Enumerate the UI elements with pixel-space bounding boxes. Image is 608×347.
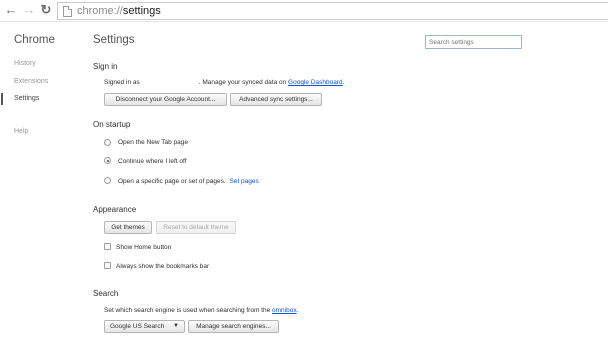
startup-specific-pages-text: Open a specific page or set of pages. Se… <box>118 178 259 185</box>
search-period: . <box>296 307 299 314</box>
address-bar[interactable]: chrome://settings <box>57 2 608 20</box>
dropdown-arrow-icon: ▼ <box>173 323 179 329</box>
startup-continue-radio[interactable] <box>104 157 111 164</box>
startup-new-tab-label[interactable]: Open the New Tab page <box>118 139 188 146</box>
show-bookmarks-bar-checkbox[interactable] <box>104 262 111 269</box>
address-bar-url: chrome://settings <box>77 5 161 17</box>
page-title: Settings <box>93 34 135 46</box>
show-home-button-label[interactable]: Show Home button <box>116 244 171 251</box>
signed-in-prefix: Signed in as <box>104 79 140 86</box>
search-description: Set which search engine is used when sea… <box>104 307 298 314</box>
search-engine-select[interactable]: Google US Search ▼ <box>104 320 185 333</box>
startup-specific-pages-label[interactable]: Open a specific page or set of pages. <box>118 178 226 185</box>
sidebar-item-settings[interactable]: Settings <box>14 95 39 102</box>
manage-search-engines-button[interactable]: Manage search engines... <box>188 320 279 333</box>
sidebar-active-marker <box>1 93 3 105</box>
forward-arrow-icon[interactable]: → <box>22 3 36 17</box>
startup-specific-pages-radio[interactable] <box>104 177 111 184</box>
reload-icon[interactable]: ↻ <box>39 3 53 17</box>
back-arrow-icon[interactable]: ← <box>4 3 18 17</box>
sidebar-item-help[interactable]: Help <box>14 128 28 135</box>
search-description-text: Set which search engine is used when sea… <box>104 307 271 314</box>
search-heading: Search <box>93 289 119 298</box>
signed-in-suffix: . Manage your synced data on <box>198 79 287 86</box>
google-dashboard-link[interactable]: Google Dashboard <box>288 79 343 86</box>
startup-new-tab-radio[interactable] <box>104 139 111 146</box>
sign-in-period: . <box>342 79 345 86</box>
show-bookmarks-bar-label[interactable]: Always show the bookmarks bar <box>116 263 209 270</box>
search-engine-selected: Google US Search <box>110 323 165 330</box>
sidebar-title: Chrome <box>14 34 55 46</box>
sidebar-item-extensions[interactable]: Extensions <box>14 78 48 85</box>
signed-in-text: Signed in as . Manage your synced data on… <box>104 79 344 86</box>
sign-in-heading: Sign in <box>93 62 118 71</box>
page-icon <box>63 6 72 17</box>
on-startup-heading: On startup <box>93 120 131 129</box>
disconnect-account-button[interactable]: Disconnect your Google Account... <box>104 93 227 106</box>
omnibox-link[interactable]: omnibox <box>272 307 297 314</box>
reset-default-theme-button[interactable]: Reset to default theme <box>156 221 236 234</box>
appearance-heading: Appearance <box>93 205 137 214</box>
browser-toolbar: ← → ↻ chrome://settings <box>0 0 608 22</box>
get-themes-button[interactable]: Get themes <box>104 221 152 234</box>
set-pages-link[interactable]: Set pages <box>230 178 259 185</box>
settings-main: Settings Sign in Signed in as . Manage yo… <box>92 22 608 347</box>
startup-continue-label[interactable]: Continue where I left off <box>118 158 187 165</box>
advanced-sync-settings-button[interactable]: Advanced sync settings... <box>230 93 322 106</box>
sidebar: Chrome History Extensions Settings Help <box>0 22 80 347</box>
show-home-button-checkbox[interactable] <box>104 243 111 250</box>
sidebar-item-history[interactable]: History <box>14 60 36 67</box>
search-settings-input[interactable] <box>425 35 522 49</box>
